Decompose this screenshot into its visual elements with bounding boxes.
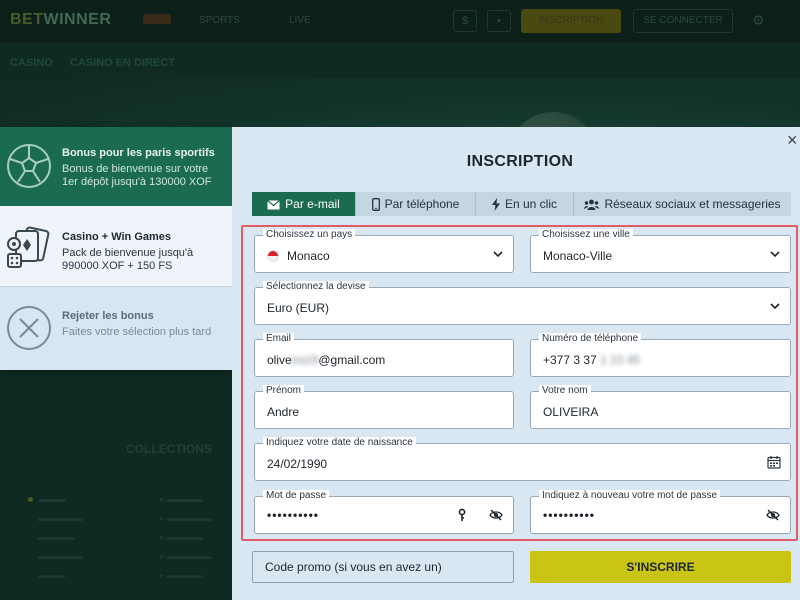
nav-live[interactable]: LIVE [289, 15, 311, 26]
promo-code-button[interactable]: Code promo (si vous en avez un) [252, 551, 514, 583]
field-label: Indiquez à nouveau votre mot de passe [539, 490, 721, 502]
field-label: Mot de passe [263, 490, 330, 502]
key-icon[interactable] [455, 508, 469, 522]
field-value: +377 3 37 1 23 45 [543, 353, 641, 367]
email-field[interactable]: Email oliveira19@gmail.com [254, 333, 514, 377]
collections-heading: COLLECTIONS [126, 442, 212, 456]
field-label: Votre nom [539, 385, 591, 397]
tab-email[interactable]: Par e-mail [252, 192, 356, 216]
site-header: BETWINNER SPORTS LIVE $ ▪ INSCRIPTION SE… [0, 0, 800, 42]
eye-slash-icon[interactable] [489, 508, 503, 522]
bonus-title: Bonus pour les paris sportifs [62, 147, 215, 159]
header-login-button[interactable]: SE CONNECTER [633, 9, 733, 33]
field-value: •••••••••• [543, 508, 596, 522]
breadcrumb-live-casino[interactable]: CASINO EN DIRECT [70, 57, 175, 69]
tab-label: Réseaux sociaux et messageries [604, 197, 781, 211]
dollar-icon[interactable]: $ [453, 10, 477, 32]
register-submit-button[interactable]: S'INSCRIRE [530, 551, 791, 583]
modal-title: INSCRIPTION [466, 153, 574, 170]
field-label: Email [263, 333, 295, 345]
eye-slash-icon[interactable] [766, 508, 780, 522]
field-value: 24/02/1990 [267, 457, 328, 471]
chevron-down-icon [770, 303, 780, 310]
monaco-flag-icon [267, 250, 279, 262]
envelope-icon [267, 199, 281, 210]
bonus-selection-panel: Bonus pour les paris sportifs Bonus de b… [0, 127, 232, 370]
redacted-text: ira19 [291, 353, 319, 367]
calendar-icon[interactable] [767, 455, 781, 469]
site-logo[interactable]: BETWINNER [10, 11, 111, 29]
redacted-text: 1 23 45 [600, 353, 641, 367]
password-field[interactable]: Mot de passe •••••••••• [254, 490, 514, 534]
settings-gear-icon[interactable]: ⚙ [752, 12, 765, 29]
breadcrumb-casino[interactable]: CASINO [10, 57, 53, 69]
registration-tabs: Par e-mail Par téléphone En un clic Rése… [252, 192, 791, 216]
bonus-description: Faites votre sélection plus tard [62, 326, 212, 338]
bonus-description: Bonus de bienvenue sur votre 1er dépôt j… [62, 163, 212, 188]
bonus-option-casino[interactable]: Casino + Win Games Pack de bienvenue jus… [0, 206, 232, 286]
phone-icon [371, 198, 380, 212]
nav-sports[interactable]: SPORTS [199, 15, 240, 26]
tab-label: En un clic [504, 197, 558, 211]
bonus-description: Pack de bienvenue jusqu'à 990000 XOF + 1… [62, 247, 194, 272]
bonus-title: Rejeter les bonus [62, 310, 154, 322]
soccer-ball-icon [7, 144, 51, 188]
bg-sidebar-list-2: ▸ ▬▬▬▬ ▸ ▬▬▬▬▬ ▸ ▬▬▬▬ ▸ ▬▬▬▬▬ ▸ ▬▬▬▬ [160, 494, 213, 580]
bonus-title: Casino + Win Games [62, 231, 172, 243]
field-value: Andre [267, 405, 300, 419]
field-label: Indiquez votre date de naissance [263, 437, 416, 449]
bonus-option-reject[interactable]: Rejeter les bonus Faites votre sélection… [0, 286, 232, 370]
close-icon[interactable]: × [787, 131, 800, 149]
header-register-button[interactable]: INSCRIPTION [521, 9, 621, 33]
country-select[interactable]: Choisissez un pays Monaco [254, 229, 514, 273]
tab-phone[interactable]: Par téléphone [356, 192, 476, 216]
breadcrumb: CASINO CASINO EN DIRECT [10, 57, 189, 69]
field-value: oliveira19@gmail.com [267, 353, 386, 367]
field-label: Sélectionnez la devise [263, 281, 369, 293]
field-label: Prénom [263, 385, 305, 397]
birth-date-field[interactable]: Indiquez votre date de naissance 24/02/1… [254, 437, 791, 481]
last-name-field[interactable]: Votre nom OLIVEIRA [530, 385, 791, 429]
password-confirm-field[interactable]: Indiquez à nouveau votre mot de passe ••… [530, 490, 791, 534]
bg-sidebar-list: ▬▬▬ ▬▬▬▬▬ ▬▬▬▬ ▬▬▬▬▬ ▬▬▬ [28, 494, 84, 580]
tab-label: Par e-mail [285, 197, 340, 211]
reject-x-icon [7, 306, 51, 350]
field-label: Choisissez un pays [263, 229, 356, 241]
chevron-down-icon [770, 251, 780, 258]
field-value: Monaco-Ville [543, 249, 613, 263]
phone-field[interactable]: Numéro de téléphone +377 3 37 1 23 45 [530, 333, 791, 377]
cards-dice-icon [7, 226, 50, 268]
lightning-icon [491, 198, 500, 212]
currency-select[interactable]: Sélectionnez la devise Euro (EUR) [254, 281, 791, 325]
field-label: Numéro de téléphone [539, 333, 642, 345]
first-name-field[interactable]: Prénom Andre [254, 385, 514, 429]
chevron-down-icon [493, 251, 503, 258]
field-value: Monaco [267, 249, 330, 263]
field-label: Choisissez une ville [539, 229, 633, 241]
promo-tag [143, 14, 171, 24]
bonus-option-sports[interactable]: Bonus pour les paris sportifs Bonus de b… [0, 127, 232, 206]
city-select[interactable]: Choisissez une ville Monaco-Ville [530, 229, 791, 273]
field-value: Euro (EUR) [267, 301, 330, 315]
tab-one-click[interactable]: En un clic [476, 192, 574, 216]
gift-icon[interactable]: ▪ [487, 10, 511, 32]
field-value: OLIVEIRA [543, 405, 599, 419]
field-value: •••••••••• [267, 508, 320, 522]
tab-label: Par téléphone [384, 197, 460, 211]
users-icon [584, 199, 600, 211]
tab-social-networks[interactable]: Réseaux sociaux et messageries [574, 192, 791, 216]
